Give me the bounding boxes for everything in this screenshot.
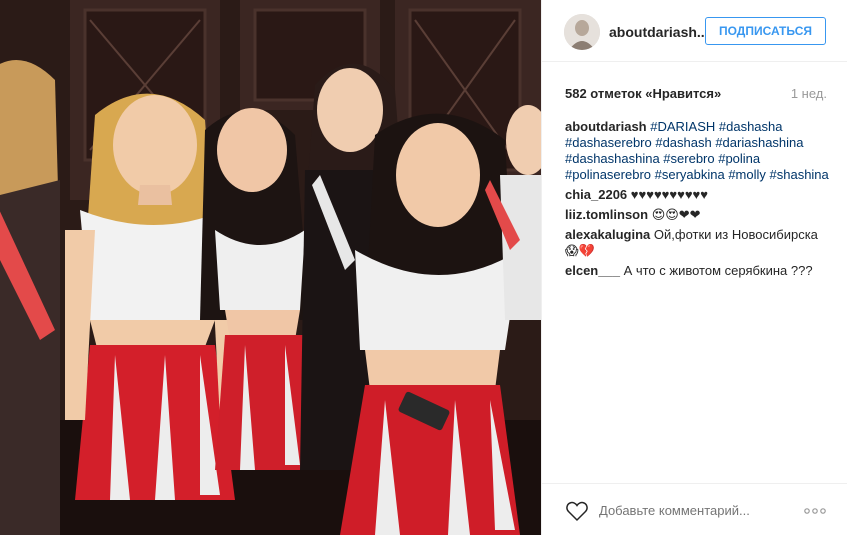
caption: aboutdariash #DARIASH #dashasha #dashase… (565, 119, 830, 183)
post-header: aboutdariash... ПОДПИСАТЬСЯ (542, 0, 847, 62)
list-item: liiz.tomlinson 😍😍❤❤ (565, 207, 830, 223)
post-time[interactable]: 1 нед. (791, 86, 827, 101)
comment-username[interactable]: alexakalugina (565, 227, 650, 242)
photo-illustration (0, 0, 541, 535)
comment-text: А что с животом серябкина ??? (623, 263, 813, 278)
caption-username[interactable]: aboutdariash (565, 119, 647, 134)
comments-list: aboutdariash #DARIASH #dashasha #dashase… (565, 119, 830, 283)
comment-username[interactable]: chia_2206 (565, 187, 627, 202)
comment-text: ♥♥♥♥♥♥♥♥♥♥ (630, 187, 708, 202)
post-username[interactable]: aboutdariash... (609, 24, 709, 40)
comment-username[interactable]: liiz.tomlinson (565, 207, 648, 222)
comment-text: 😍😍❤❤ (651, 207, 701, 222)
heart-outline-icon[interactable] (565, 500, 589, 522)
post-footer (542, 483, 847, 535)
likes-row: 582 отметок «Нравится» 1 нед. (565, 86, 827, 102)
more-dots-icon[interactable] (804, 507, 826, 515)
list-item: elcen___ А что с животом серябкина ??? (565, 263, 830, 279)
post-panel: aboutdariash... ПОДПИСАТЬСЯ 582 отметок … (541, 0, 847, 535)
list-item: chia_2206 ♥♥♥♥♥♥♥♥♥♥ (565, 187, 830, 203)
post-photo[interactable] (0, 0, 541, 535)
comment-username[interactable]: elcen___ (565, 263, 620, 278)
follow-button[interactable]: ПОДПИСАТЬСЯ (705, 17, 826, 45)
avatar[interactable] (564, 14, 600, 50)
avatar-image (564, 14, 600, 50)
likes-count[interactable]: 582 отметок «Нравится» (565, 86, 721, 101)
list-item: alexakalugina Ой,фотки из Новосибирска 😱… (565, 227, 830, 259)
add-comment-input[interactable] (599, 503, 779, 518)
